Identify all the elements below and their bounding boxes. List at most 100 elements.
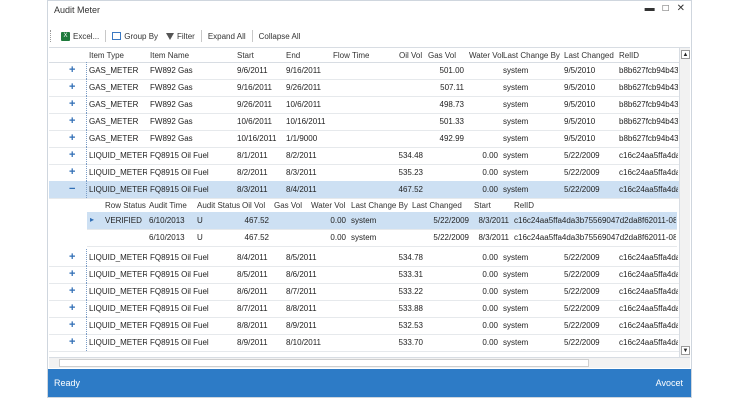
cell-water: 0.00 <box>482 270 498 279</box>
status-bar: Ready Avocet <box>48 369 691 397</box>
table-row[interactable]: + LIQUID_METER FQ8915 Oil Fuel 8/7/2011 8/8/… <box>49 300 679 318</box>
detail-column-header[interactable]: Gas Vol <box>274 201 302 210</box>
detail-cell-by: system <box>351 216 377 225</box>
expand-icon[interactable]: + <box>69 268 75 280</box>
close-button[interactable]: ✕ <box>677 3 685 14</box>
cell-start: 10/6/2011 <box>237 117 272 126</box>
expand-icon[interactable]: + <box>69 336 75 348</box>
filter-button[interactable]: Filter <box>162 29 199 43</box>
cell-end: 8/5/2011 <box>286 253 317 262</box>
column-header[interactable]: RelID <box>619 51 639 60</box>
expand-icon[interactable]: + <box>69 132 75 144</box>
table-row[interactable]: + LIQUID_METER FQ8915 Oil Fuel 8/2/2011 8/3/… <box>49 164 679 182</box>
excel-icon: X <box>61 31 70 41</box>
cell-gas: 507.11 <box>440 83 464 92</box>
expand-icon[interactable]: + <box>69 302 75 314</box>
column-header[interactable]: Item Type <box>89 51 124 60</box>
cell-water: 0.00 <box>482 338 498 347</box>
cell-relid: c16c24aa5ffa4da <box>619 168 678 177</box>
expand-icon[interactable]: + <box>69 149 75 161</box>
detail-column-header[interactable]: Water Vol <box>311 201 345 210</box>
minimize-button[interactable]: ▬ <box>645 3 655 14</box>
expand-icon[interactable]: + <box>69 98 75 110</box>
group-by-label: Group By <box>124 31 159 41</box>
cell-oil: 533.22 <box>398 287 423 296</box>
column-header[interactable]: Oil Vol <box>399 51 422 60</box>
column-header[interactable]: Start <box>237 51 254 60</box>
horizontal-scroll-thumb[interactable] <box>59 359 589 367</box>
cell-gas: 492.99 <box>439 134 464 143</box>
cell-name: FQ8915 Oil Fuel <box>150 270 209 279</box>
cell-changed: 5/22/2009 <box>564 287 600 296</box>
detail-cell-changed: 5/22/2009 <box>433 216 469 225</box>
toolbar-separator <box>105 30 107 42</box>
column-header[interactable]: Gas Vol <box>428 51 456 60</box>
collapse-all-button[interactable]: Collapse All <box>255 29 305 43</box>
detail-column-header[interactable]: Audit Time <box>149 201 187 210</box>
cell-start: 10/16/2011 <box>237 134 277 143</box>
expand-all-button[interactable]: Expand All <box>204 29 250 43</box>
column-header[interactable]: Flow Time <box>333 51 369 60</box>
table-row[interactable]: + LIQUID_METER FQ8915 Oil Fuel 8/6/2011 8/7/… <box>49 283 679 301</box>
scroll-up-icon[interactable]: ▲ <box>681 50 690 59</box>
table-row[interactable]: + LIQUID_METER FQ8915 Oil Fuel 8/8/2011 8/9/… <box>49 317 679 335</box>
detail-row[interactable]: ▸ VERIFIED 6/10/2013 U 467.52 0.00 system 5/22/… <box>87 212 677 230</box>
table-row[interactable]: + LIQUID_METER FQ8915 Oil Fuel 8/9/2011 8/10… <box>49 334 679 352</box>
detail-column-header[interactable]: Audit Status <box>197 201 240 210</box>
cell-relid: c16c24aa5ffa4da <box>619 253 678 262</box>
expand-icon[interactable]: + <box>69 166 75 178</box>
detail-column-header[interactable]: Oil Vol <box>242 201 265 210</box>
table-row[interactable]: + GAS_METER FW892 Gas 10/16/2011 1/1/9000 492… <box>49 130 679 148</box>
cell-name: FQ8915 Oil Fuel <box>150 338 209 347</box>
cell-water: 0.00 <box>482 287 498 296</box>
column-header[interactable]: Item Name <box>150 51 189 60</box>
audit-meter-window: Audit Meter ▬ □ ✕ X Excel... Group By Fi… <box>47 0 692 398</box>
column-header[interactable]: Last Change By <box>503 51 560 60</box>
table-row[interactable]: + GAS_METER FW892 Gas 9/26/2011 10/6/2011 498… <box>49 96 679 114</box>
cell-relid: c16c24aa5ffa4da <box>619 338 678 347</box>
cell-end: 8/2/2011 <box>286 151 317 160</box>
maximize-button[interactable]: □ <box>663 3 669 14</box>
detail-column-header[interactable]: Last Changed <box>412 201 462 210</box>
scroll-down-icon[interactable]: ▼ <box>681 346 690 355</box>
table-row[interactable]: − LIQUID_METER FQ8915 Oil Fuel 8/3/2011 8/4/… <box>49 181 679 199</box>
expand-icon[interactable]: + <box>69 319 75 331</box>
app-name: Avocet <box>655 378 683 388</box>
toolbar-grip[interactable] <box>50 30 57 42</box>
expand-icon[interactable]: + <box>69 64 75 76</box>
table-row[interactable]: + GAS_METER FW892 Gas 10/6/2011 10/16/2011 50… <box>49 113 679 131</box>
detail-row[interactable]: 6/10/2013 U 467.52 0.00 system 5/22/2009 8/3/2… <box>87 229 677 247</box>
detail-cell-oil: 467.52 <box>244 233 269 242</box>
column-header[interactable]: Water Vol <box>469 51 503 60</box>
cell-relid: c16c24aa5ffa4da <box>619 321 678 330</box>
detail-column-header[interactable]: Row Status <box>105 201 146 210</box>
expand-icon[interactable]: + <box>69 251 75 263</box>
collapse-icon[interactable]: − <box>69 183 75 195</box>
horizontal-scrollbar[interactable] <box>49 357 690 368</box>
vertical-scroll-thumb[interactable] <box>681 64 689 342</box>
detail-cell-time: 6/10/2013 <box>149 233 185 242</box>
audit-grid: Item Type Item Name Start End Flow Time Oil V… <box>49 47 690 358</box>
table-row[interactable]: + LIQUID_METER FQ8915 Oil Fuel 8/1/2011 8/2/… <box>49 147 679 165</box>
cell-end: 1/1/9000 <box>286 134 318 143</box>
detail-column-header[interactable]: Start <box>474 201 491 210</box>
vertical-scrollbar[interactable]: ▲ ▼ <box>679 48 690 358</box>
column-header[interactable]: End <box>286 51 300 60</box>
cell-end: 8/3/2011 <box>286 168 317 177</box>
expand-icon[interactable]: + <box>69 115 75 127</box>
export-excel-button[interactable]: X Excel... <box>57 29 103 43</box>
column-header[interactable]: Last Changed <box>564 51 614 60</box>
table-row[interactable]: + LIQUID_METER FQ8915 Oil Fuel 8/4/2011 8/5/… <box>49 249 679 267</box>
detail-column-header[interactable]: Last Change By <box>351 201 408 210</box>
table-row[interactable]: + GAS_METER FW892 Gas 9/16/2011 9/26/2011 507… <box>49 79 679 97</box>
table-row[interactable]: + GAS_METER FW892 Gas 9/6/2011 9/16/2011 501.… <box>49 62 679 80</box>
row-divider <box>86 317 88 334</box>
cell-relid: c16c24aa5ffa4da <box>619 185 678 194</box>
cell-start: 8/1/2011 <box>237 151 268 160</box>
table-row[interactable]: + LIQUID_METER FQ8915 Oil Fuel 8/5/2011 8/6/… <box>49 266 679 284</box>
group-by-button[interactable]: Group By <box>108 29 162 43</box>
detail-column-header[interactable]: RelID <box>514 201 534 210</box>
expand-icon[interactable]: + <box>69 81 75 93</box>
expand-icon[interactable]: + <box>69 285 75 297</box>
cell-start: 8/4/2011 <box>237 253 268 262</box>
